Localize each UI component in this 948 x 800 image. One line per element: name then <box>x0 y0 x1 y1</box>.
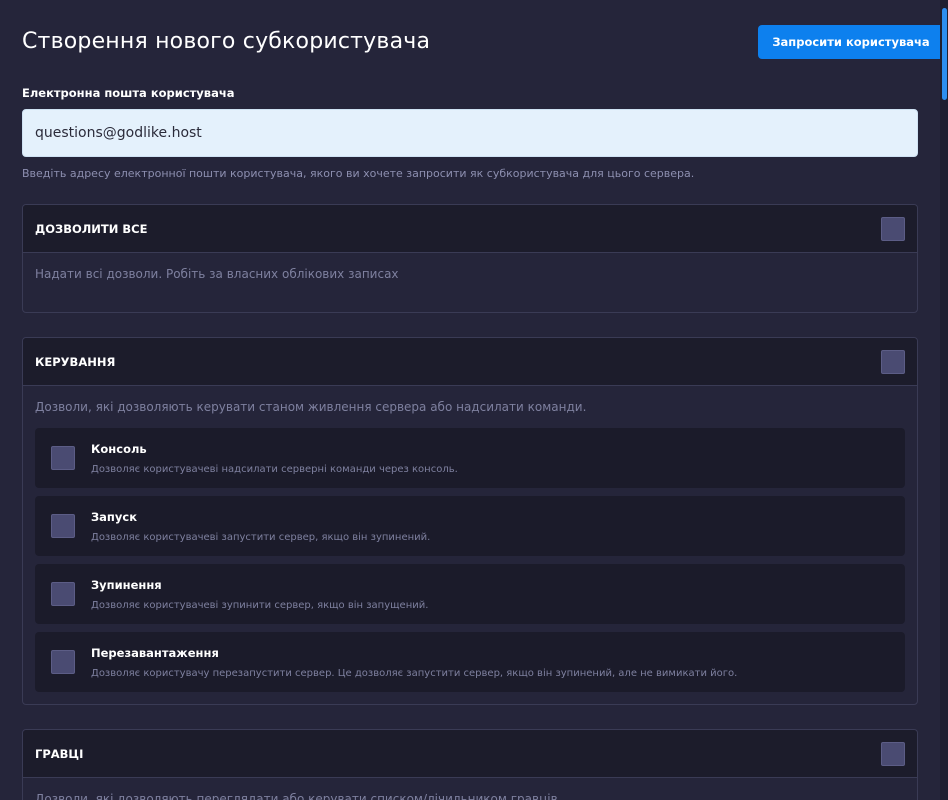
group-description-control: Дозволи, які дозволяють керувати станом … <box>35 400 587 414</box>
group-header-control: КЕРУВАННЯ <box>23 338 917 386</box>
players-group-checkbox[interactable] <box>881 741 905 766</box>
permission-description: Дозволяє користувачеві запустити сервер,… <box>91 531 431 543</box>
subuser-create-page: Створення нового субкористувача Запросит… <box>0 0 948 800</box>
scrollbar-thumb[interactable] <box>942 8 947 100</box>
page-header: Створення нового субкористувача Запросит… <box>22 0 944 83</box>
permission-item-restart[interactable]: Перезавантаження Дозволяє користувачу пе… <box>35 632 905 692</box>
group-header-allow-all: ДОЗВОЛИТИ ВСЕ <box>23 205 917 253</box>
permission-description: Дозволяє користувачеві надсилати серверн… <box>91 463 458 475</box>
permission-item-console[interactable]: Консоль Дозволяє користувачеві надсилати… <box>35 428 905 488</box>
permission-description: Дозволяє користувачу перезапустити серве… <box>91 667 738 679</box>
scrollbar[interactable] <box>940 0 948 800</box>
group-description-players: Дозволи, які дозволяють переглядати або … <box>35 792 562 800</box>
group-title-allow-all: ДОЗВОЛИТИ ВСЕ <box>35 221 148 236</box>
permission-list-control: Консоль Дозволяє користувачеві надсилати… <box>23 428 917 704</box>
permission-checkbox-start[interactable] <box>51 514 75 538</box>
group-description-allow-all: Надати всі дозволи. Робіть за власних об… <box>35 267 399 281</box>
permission-title: Зупинення <box>91 577 162 592</box>
group-title-control: КЕРУВАННЯ <box>35 354 116 369</box>
permission-title: Консоль <box>91 441 147 456</box>
email-label: Електронна пошта користувача <box>22 86 235 100</box>
permission-text: Зупинення Дозволяє користувачеві зупинит… <box>91 578 428 611</box>
group-header-players: ГРАВЦІ <box>23 730 917 778</box>
allow-all-checkbox[interactable] <box>881 216 905 241</box>
permission-group-players: ГРАВЦІ Дозволи, які дозволяють перегляда… <box>22 729 918 800</box>
permission-checkbox-console[interactable] <box>51 446 75 470</box>
permission-description: Дозволяє користувачеві зупинити сервер, … <box>91 599 429 611</box>
email-field[interactable]: questions@godlike.host <box>22 109 918 157</box>
permission-item-stop[interactable]: Зупинення Дозволяє користувачеві зупинит… <box>35 564 905 624</box>
group-title-players: ГРАВЦІ <box>35 746 84 761</box>
permission-title: Запуск <box>91 509 137 524</box>
permission-group-control: КЕРУВАННЯ Дозволи, які дозволяють керува… <box>22 337 918 705</box>
permission-checkbox-stop[interactable] <box>51 582 75 606</box>
permission-checkbox-restart[interactable] <box>51 650 75 674</box>
permission-title: Перезавантаження <box>91 645 219 660</box>
permission-group-allow-all: ДОЗВОЛИТИ ВСЕ Надати всі дозволи. Робіть… <box>22 204 918 313</box>
control-group-checkbox[interactable] <box>881 349 905 374</box>
email-help-text: Введіть адресу електронної пошти користу… <box>22 167 695 180</box>
page-title: Створення нового субкористувача <box>22 29 431 54</box>
invite-user-button[interactable]: Запросити користувача <box>758 24 944 59</box>
permission-item-start[interactable]: Запуск Дозволяє користувачеві запустити … <box>35 496 905 556</box>
permission-text: Запуск Дозволяє користувачеві запустити … <box>91 510 430 543</box>
permission-text: Перезавантаження Дозволяє користувачу пе… <box>91 646 737 679</box>
permission-text: Консоль Дозволяє користувачеві надсилати… <box>91 442 458 475</box>
